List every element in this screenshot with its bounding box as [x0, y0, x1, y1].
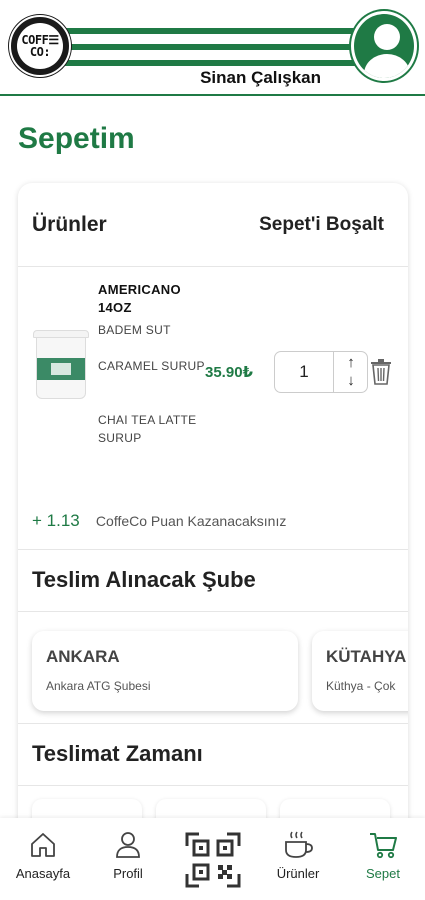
home-icon — [31, 833, 55, 857]
points-value: + 1.13 — [32, 511, 80, 530]
cart-header: Ürünler Sepet'i Boşalt — [18, 183, 408, 267]
brand-logo[interactable]: COFF☰ CO: — [9, 15, 71, 77]
header-stripe — [60, 28, 365, 34]
branch-card-ankara[interactable]: ANKARA Ankara ATG Şubesi — [32, 631, 298, 711]
product-image — [31, 330, 91, 402]
nav-label: Ürünler — [276, 866, 320, 881]
product-name: AMERICANO 14OZ — [98, 282, 181, 315]
qr-code-icon[interactable] — [185, 832, 241, 888]
divider — [18, 549, 408, 550]
product-option: BADEM SUT — [98, 323, 171, 337]
nav-item-cart[interactable]: Sepet — [348, 830, 418, 894]
increase-quantity-button[interactable]: ↑ — [334, 354, 368, 372]
branch-subtitle: Küthya - Çok — [326, 679, 396, 693]
nav-label: Sepet — [366, 866, 400, 881]
header-divider — [0, 94, 425, 96]
logo-text-line2: CO: — [29, 45, 51, 59]
header-stripe — [60, 60, 365, 66]
delivery-time-heading: Teslimat Zamanı — [32, 741, 203, 766]
branch-name: KÜTAHYA — [326, 647, 407, 666]
product-price: 35.90₺ — [205, 364, 253, 381]
coffee-cup-icon — [285, 831, 313, 858]
quantity-value[interactable]: 1 — [275, 362, 333, 382]
nav-item-profile[interactable]: Profil — [93, 830, 163, 894]
app-header: COFF☰ CO: Sinan Çalışkan — [0, 0, 425, 98]
quantity-stepper[interactable]: 1 ↑ ↓ — [274, 351, 368, 393]
product-option: CHAI TEA LATTE SURUP — [98, 413, 197, 445]
divider — [18, 611, 408, 612]
nav-item-products[interactable]: Ürünler — [263, 830, 333, 894]
branch-subtitle: Ankara ATG Şubesi — [46, 679, 151, 693]
points-info: + 1.13 CoffeCo Puan Kazanacaksınız — [32, 511, 286, 531]
nav-item-home[interactable]: Anasayfa — [8, 830, 78, 894]
header-stripe — [60, 44, 365, 50]
avatar-icon[interactable] — [351, 11, 417, 81]
product-option: CARAMEL SURUP — [98, 359, 205, 373]
page-title: Sepetim — [18, 122, 135, 155]
products-heading: Ürünler — [32, 213, 107, 236]
bottom-navigation: Anasayfa Profil Ürünler Sepet — [0, 818, 425, 900]
clear-cart-button[interactable]: Sepet'i Boşalt — [259, 214, 384, 236]
cart-card: Ürünler Sepet'i Boşalt AMERICANO 14OZ BA… — [18, 183, 408, 843]
user-icon — [116, 832, 140, 858]
divider — [18, 723, 408, 724]
cart-icon — [370, 833, 397, 859]
decrease-quantity-button[interactable]: ↓ — [334, 372, 368, 390]
divider — [18, 785, 408, 786]
nav-label: Anasayfa — [15, 866, 71, 881]
pickup-branch-heading: Teslim Alınacak Şube — [32, 567, 256, 592]
trash-icon[interactable] — [370, 359, 392, 385]
branch-name: ANKARA — [46, 647, 120, 666]
user-name: Sinan Çalışkan — [196, 68, 325, 88]
points-text: CoffeCo Puan Kazanacaksınız — [95, 513, 287, 529]
nav-label: Profil — [113, 866, 143, 881]
branch-card-kutahya[interactable]: KÜTAHYA Küthya - Çok — [312, 631, 408, 711]
